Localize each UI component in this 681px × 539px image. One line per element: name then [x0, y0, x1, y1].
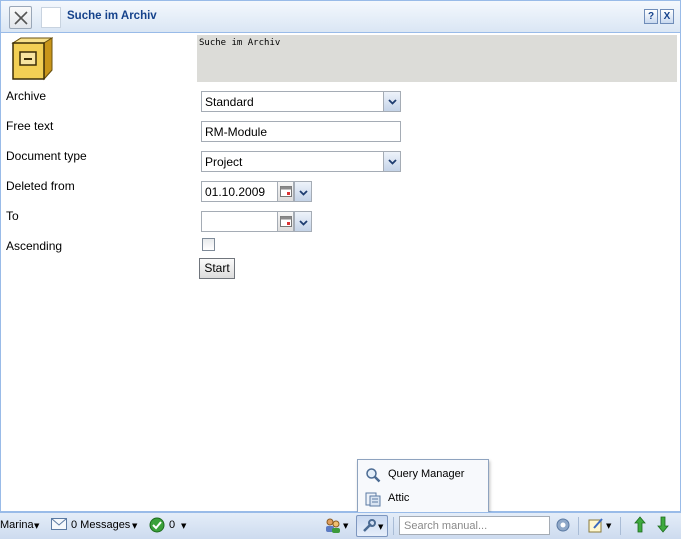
separator — [393, 517, 394, 535]
separator — [578, 517, 579, 535]
to-dropdown-button[interactable] — [294, 211, 312, 232]
to-date-input[interactable] — [201, 211, 278, 232]
users-icon[interactable] — [324, 517, 342, 534]
deleted-from-value: 01.10.2009 — [205, 185, 266, 199]
archive-dropdown-button[interactable] — [383, 92, 400, 111]
menu-item-query-manager[interactable]: Query Manager — [358, 464, 488, 486]
attic-icon — [365, 492, 381, 507]
start-button[interactable]: Start — [199, 258, 235, 279]
deleted-from-dropdown-button[interactable] — [294, 181, 312, 202]
calendar-icon — [280, 216, 292, 227]
archive-value: Standard — [205, 95, 254, 109]
chevron-down-icon — [299, 220, 308, 226]
document-type-value: Project — [205, 155, 243, 169]
search-manual-box[interactable] — [399, 516, 550, 535]
task-check-icon — [149, 517, 165, 533]
deleted-from-input[interactable]: 01.10.2009 — [201, 181, 278, 202]
chevron-down-icon — [388, 159, 397, 165]
magnifier-icon — [366, 468, 381, 483]
tools-menu-button[interactable]: ▼ — [356, 515, 388, 537]
user-menu[interactable]: Marina — [0, 519, 34, 531]
caret-down-icon: ▼ — [343, 522, 349, 530]
archive-label: Archive — [6, 89, 47, 103]
tools-popup-menu: Query Manager Attic — [357, 459, 489, 513]
search-window: Suche im Archiv ? X Suche im Archiv Arch… — [0, 0, 681, 513]
close-window-button[interactable] — [9, 6, 32, 29]
to-label: To — [6, 209, 19, 223]
menu-item-attic[interactable]: Attic — [358, 488, 488, 510]
caret-down-icon: ▼ — [34, 522, 40, 530]
separator — [620, 517, 621, 535]
free-text-input[interactable]: RM-Module — [201, 121, 401, 142]
chevron-down-icon — [388, 99, 397, 105]
help-button[interactable]: ? — [644, 9, 658, 24]
free-text-label: Free text — [6, 119, 54, 133]
search-header-panel: Suche im Archiv — [197, 35, 677, 82]
search-go-icon[interactable] — [556, 518, 570, 532]
document-type-select[interactable]: Project — [201, 151, 401, 172]
deleted-from-label: Deleted from — [6, 179, 75, 193]
caret-down-icon: ▼ — [181, 522, 187, 530]
wrench-icon — [363, 519, 376, 532]
ascending-checkbox[interactable] — [202, 238, 215, 251]
document-type-label: Document type — [6, 149, 87, 163]
caret-down-icon: ▼ — [132, 522, 138, 530]
caret-down-icon: ▼ — [606, 522, 612, 530]
messages-menu[interactable]: 0 Messages — [71, 519, 130, 531]
header-text: Suche im Archiv — [199, 38, 281, 48]
calendar-icon — [280, 186, 292, 197]
window-icon-placeholder — [41, 7, 61, 28]
window-titlebar: Suche im Archiv ? X — [1, 1, 680, 33]
to-calendar-button[interactable] — [278, 211, 294, 232]
caret-down-icon: ▼ — [378, 523, 384, 531]
menu-item-label: Attic — [388, 492, 410, 504]
deleted-from-calendar-button[interactable] — [278, 181, 294, 202]
search-manual-input[interactable] — [402, 518, 547, 533]
tasks-menu[interactable]: 0 — [169, 519, 175, 531]
chevron-down-icon — [299, 190, 308, 196]
ascending-label: Ascending — [6, 239, 63, 253]
menu-item-label: Query Manager — [388, 468, 465, 480]
edit-note-icon[interactable] — [588, 517, 604, 533]
free-text-value: RM-Module — [205, 125, 268, 139]
envelope-icon — [51, 518, 67, 530]
document-type-dropdown-button[interactable] — [383, 152, 400, 171]
arrow-up-icon[interactable] — [634, 516, 646, 533]
status-bar: Marina ▼ 0 Messages ▼ 0 ▼ ▼ ▼ ▼ — [0, 512, 681, 539]
window-title: Suche im Archiv — [67, 10, 157, 22]
close-x-icon — [14, 11, 28, 25]
close-button[interactable]: X — [660, 9, 674, 24]
archive-box-icon — [11, 37, 53, 81]
archive-select[interactable]: Standard — [201, 91, 401, 112]
arrow-down-icon[interactable] — [657, 516, 669, 533]
